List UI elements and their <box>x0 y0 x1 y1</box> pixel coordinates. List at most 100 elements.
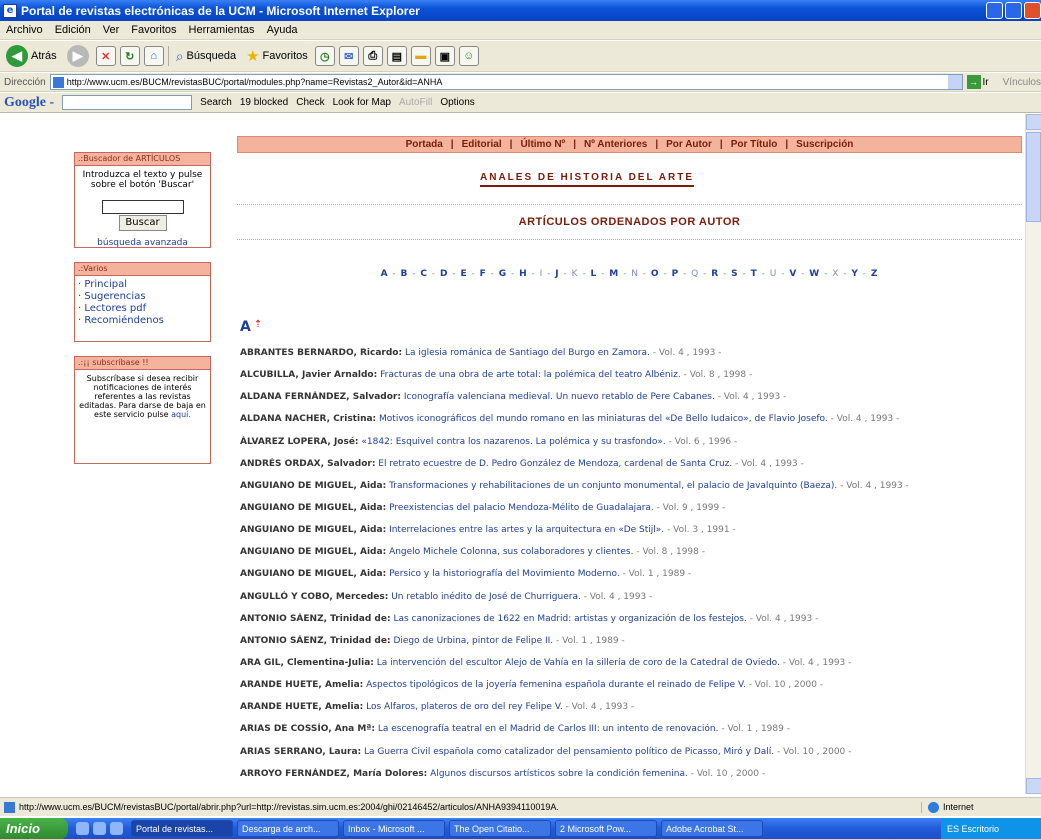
alphabet-letter-z[interactable]: Z <box>871 269 879 279</box>
quick-launch-desktop-icon[interactable] <box>76 822 89 835</box>
taskbar-btn-portal[interactable]: Portal de revistas... <box>131 820 233 837</box>
misc-link-recomiendenos[interactable]: · Recomiéndenos <box>78 315 210 327</box>
article-title-link[interactable]: Preexistencias del palacio Mendoza-Mélit… <box>389 503 654 513</box>
scroll-up-button[interactable] <box>1026 114 1041 130</box>
article-title-link[interactable]: Iconografía valenciana medieval. Un nuev… <box>404 392 715 402</box>
article-title-link[interactable]: La Guerra Civil española como catalizado… <box>364 747 774 757</box>
article-title-link[interactable]: Algunos discursos artísticos sobre la co… <box>430 769 688 779</box>
back-to-top-icon[interactable]: ⇡ <box>254 319 262 330</box>
minimize-button[interactable] <box>986 2 1003 19</box>
links-label[interactable]: Vínculos <box>1003 77 1041 88</box>
nav-ultimo-numero[interactable]: Último Nº <box>512 139 573 150</box>
alphabet-letter-m[interactable]: M <box>609 269 619 279</box>
taskbar-btn-inbox[interactable]: Inbox - Microsoft ... <box>343 820 445 837</box>
alphabet-letter-s[interactable]: S <box>731 269 738 279</box>
unsubscribe-link[interactable]: aquí. <box>171 410 191 419</box>
article-title-link[interactable]: Persico y la historiografía del Movimien… <box>389 569 620 579</box>
taskbar-btn-acrobat[interactable]: Adobe Acrobat St... <box>661 820 763 837</box>
menu-ayuda[interactable]: Ayuda <box>261 24 304 36</box>
alphabet-letter-t[interactable]: T <box>751 269 758 279</box>
favorites-button[interactable]: ★ Favoritos <box>243 47 311 65</box>
alphabet-letter-y[interactable]: Y <box>851 269 859 279</box>
alphabet-letter-c[interactable]: C <box>420 269 428 279</box>
taskbar-btn-descarga[interactable]: Descarga de arch... <box>237 820 339 837</box>
misc-link-principal[interactable]: · Principal <box>78 279 210 291</box>
refresh-icon[interactable]: ↻ <box>119 46 140 66</box>
quick-launch-media-icon[interactable] <box>110 822 123 835</box>
article-title-link[interactable]: Las canonizaciones de 1622 en Madrid: ar… <box>393 614 746 624</box>
google-search-input[interactable] <box>62 95 193 110</box>
alphabet-letter-e[interactable]: E <box>460 269 467 279</box>
back-button[interactable]: ◀ Atrás <box>3 45 60 67</box>
article-title-link[interactable]: Aspectos tipológicos de la joyería femen… <box>366 680 746 690</box>
article-title-link[interactable]: Diego de Urbina, pintor de Felipe II. <box>393 636 553 646</box>
article-title-link[interactable]: Transformaciones y rehabilitaciones de u… <box>389 481 837 491</box>
article-title-link[interactable]: Los Alfaros, plateros de oro del rey Fel… <box>366 702 563 712</box>
alphabet-letter-o[interactable]: O <box>651 269 660 279</box>
advanced-search-link[interactable]: búsqueda avanzada <box>75 238 210 248</box>
article-title-link[interactable]: Angelo Michele Colonna, sus colaboradore… <box>389 547 633 557</box>
address-input[interactable]: http://www.ucm.es/BUCM/revistasBUC/porta… <box>49 74 963 90</box>
map-lookup-button[interactable]: Look for Map <box>333 97 391 108</box>
alphabet-letter-r[interactable]: R <box>711 269 719 279</box>
article-search-input[interactable] <box>101 200 184 214</box>
google-options-button[interactable]: Options <box>440 97 474 108</box>
google-search-button[interactable]: Search <box>200 97 232 108</box>
article-title-link[interactable]: Fracturas de una obra de arte total: la … <box>380 370 681 380</box>
messenger-icon[interactable]: ▣ <box>434 46 455 66</box>
nav-editorial[interactable]: Editorial <box>454 139 510 150</box>
journal-title[interactable]: ANALES DE HISTORIA DEL ARTE <box>480 172 695 187</box>
article-title-link[interactable]: Un retablo inédito de José de Churriguer… <box>391 592 581 602</box>
nav-numeros-anteriores[interactable]: Nº Anteriores <box>576 139 655 150</box>
menu-favoritos[interactable]: Favoritos <box>125 24 182 36</box>
taskbar-btn-open-citation[interactable]: The Open Citatio... <box>449 820 551 837</box>
go-button[interactable]: → Ir <box>966 75 989 89</box>
menu-herramientas[interactable]: Herramientas <box>183 24 261 36</box>
folder-icon[interactable]: ▬ <box>410 46 431 66</box>
autofill-button[interactable]: AutoFill <box>399 97 432 108</box>
alphabet-letter-h[interactable]: H <box>519 269 528 279</box>
stop-icon[interactable]: ✕ <box>95 46 116 66</box>
history-icon[interactable]: ◷ <box>314 46 335 66</box>
address-dropdown[interactable] <box>947 75 962 89</box>
misc-link-lectores-pdf[interactable]: · Lectores pdf <box>78 303 210 315</box>
start-button[interactable]: Inicio <box>0 818 68 839</box>
article-title-link[interactable]: El retrato ecuestre de D. Pedro González… <box>378 459 732 469</box>
nav-portada[interactable]: Portada <box>398 139 451 150</box>
menu-ver[interactable]: Ver <box>97 24 126 36</box>
edit-icon[interactable]: ▤ <box>386 46 407 66</box>
maximize-button[interactable] <box>1005 2 1022 19</box>
menu-archivo[interactable]: Archivo <box>0 24 49 36</box>
print-icon[interactable]: ⎙ <box>362 46 383 66</box>
scroll-down-button[interactable] <box>1026 778 1041 794</box>
quick-launch-ie-icon[interactable] <box>93 822 106 835</box>
spell-check-button[interactable]: Check <box>296 97 324 108</box>
taskbar-btn-powerpoint[interactable]: 2 Microsoft Pow... <box>555 820 657 837</box>
close-button[interactable] <box>1024 2 1041 19</box>
alphabet-letter-g[interactable]: G <box>499 269 507 279</box>
article-title-link[interactable]: Motivos iconográficos del mundo romano e… <box>379 414 828 424</box>
mail-icon[interactable]: ✉ <box>338 46 359 66</box>
menu-edicion[interactable]: Edición <box>49 24 97 36</box>
search-button[interactable]: ⌕ Búsqueda <box>173 48 239 65</box>
google-logo[interactable]: Google - <box>0 95 54 111</box>
alphabet-letter-a[interactable]: A <box>381 269 389 279</box>
popup-blocked-button[interactable]: 19 blocked <box>240 97 288 108</box>
vertical-scrollbar[interactable] <box>1025 114 1041 794</box>
article-title-link[interactable]: La intervención del escultor Alejo de Va… <box>377 658 780 668</box>
misc-link-sugerencias[interactable]: · Sugerencias <box>78 291 210 303</box>
forward-button[interactable]: ▶ <box>64 45 92 67</box>
home-icon[interactable]: ⌂ <box>143 46 164 66</box>
article-title-link[interactable]: La escenografía teatral en el Madrid de … <box>378 724 719 734</box>
article-title-link[interactable]: Interrelaciones entre las artes y la arq… <box>389 525 664 535</box>
scroll-thumb[interactable] <box>1026 132 1041 222</box>
buscar-button[interactable]: Buscar <box>118 215 167 231</box>
people-icon[interactable]: ☺ <box>458 46 479 66</box>
article-title-link[interactable]: La iglesia románica de Santiago del Burg… <box>405 348 650 358</box>
alphabet-letter-w[interactable]: W <box>809 269 820 279</box>
article-title-link[interactable]: «1842: Esquivel contra los nazarenos. La… <box>361 437 665 447</box>
nav-por-titulo[interactable]: Por Título <box>723 139 786 150</box>
nav-por-autor[interactable]: Por Autor <box>658 139 720 150</box>
alphabet-letter-f[interactable]: F <box>480 269 487 279</box>
nav-suscripcion[interactable]: Suscripción <box>788 139 861 150</box>
